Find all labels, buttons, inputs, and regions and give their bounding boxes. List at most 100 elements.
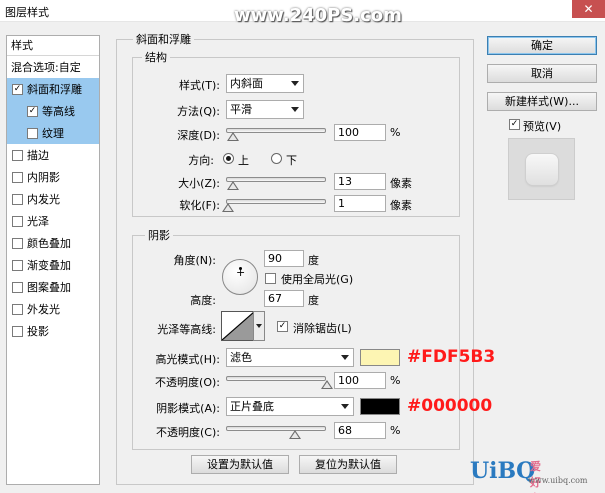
style-item-checkbox[interactable]	[12, 237, 23, 249]
gloss-contour-picker[interactable]	[221, 311, 255, 341]
style-item-9[interactable]: 图案叠加	[7, 276, 99, 298]
soften-input[interactable]: 1	[334, 195, 386, 212]
altitude-label: 高度:	[190, 294, 216, 307]
depth-slider[interactable]	[226, 128, 326, 141]
style-item-label: 斜面和浮雕	[27, 83, 82, 96]
style-item-10[interactable]: 外发光	[7, 298, 99, 320]
style-item-checkbox[interactable]	[12, 281, 23, 293]
reset-default-button[interactable]: 复位为默认值	[299, 455, 397, 474]
preview-checkbox[interactable]: ✓	[509, 119, 520, 130]
style-list-header: 样式	[7, 36, 99, 56]
site-logo-url: www.uibq.com	[528, 476, 588, 485]
technique-select-value: 平滑	[230, 103, 252, 116]
style-item-4[interactable]: 内阴影	[7, 166, 99, 188]
ok-button[interactable]: 确定	[487, 36, 597, 55]
preview-label: 预览(V)	[523, 120, 562, 133]
direction-down-radio[interactable]	[271, 153, 282, 164]
close-icon[interactable]: ✕	[572, 0, 605, 18]
style-item-0[interactable]: ✓ 斜面和浮雕	[7, 78, 99, 100]
shadow-mode-value: 正片叠底	[230, 400, 274, 413]
chevron-down-icon	[291, 107, 299, 112]
shadow-mode-label: 阴影模式(A):	[156, 402, 220, 415]
contour-preview-icon	[222, 312, 254, 340]
soften-slider[interactable]	[222, 199, 326, 212]
style-list: 样式 混合选项:自定 ✓ 斜面和浮雕 ✓ 等高线 纹理描边内阴影 内发光 光泽 颜色叠加 渐变叠…	[6, 35, 100, 485]
shadow-opacity-slider-thumb[interactable]	[289, 430, 301, 439]
size-slider-thumb[interactable]	[227, 181, 239, 190]
size-unit: 像素	[390, 177, 412, 190]
chevron-down-icon	[341, 355, 349, 360]
chevron-down-icon	[291, 81, 299, 86]
window-title: 图层样式	[5, 6, 49, 19]
highlight-mode-label: 高光模式(H):	[155, 353, 220, 366]
style-item-2[interactable]: 纹理	[7, 122, 99, 144]
site-logo-main: UiBQ	[470, 458, 536, 484]
make-default-button[interactable]: 设置为默认值	[191, 455, 289, 474]
style-item-checkbox[interactable]	[12, 193, 23, 205]
style-item-checkbox[interactable]: ✓	[12, 83, 23, 95]
size-label: 大小(Z):	[178, 177, 220, 190]
highlight-opacity-label: 不透明度(O):	[155, 376, 220, 389]
anti-alias-checkbox[interactable]: ✓	[277, 321, 288, 332]
style-item-label: 描边	[27, 149, 49, 162]
highlight-opacity-slider-thumb[interactable]	[321, 380, 333, 389]
shadow-color-annotation: #000000	[407, 396, 493, 416]
style-item-1[interactable]: ✓ 等高线	[7, 100, 99, 122]
anti-alias-label: 消除锯齿(L)	[293, 322, 352, 335]
shadow-opacity-input[interactable]: 68	[334, 422, 386, 439]
style-item-checkbox[interactable]	[12, 215, 23, 227]
direction-up-radio[interactable]	[223, 153, 234, 164]
global-light-label: 使用全局光(G)	[281, 273, 354, 286]
size-input[interactable]: 13	[334, 173, 386, 190]
style-item-checkbox[interactable]	[12, 259, 23, 271]
angle-input[interactable]: 90	[264, 250, 304, 267]
watermark: www.240PS.com	[234, 5, 402, 26]
style-item-7[interactable]: 颜色叠加	[7, 232, 99, 254]
site-logo: UiBQ 爱好者 www.uibq.com	[470, 458, 588, 493]
highlight-color-annotation: #FDF5B3	[407, 347, 496, 367]
highlight-mode-select[interactable]: 滤色	[226, 348, 354, 367]
depth-slider-thumb[interactable]	[227, 132, 239, 141]
angle-dial[interactable]	[222, 259, 258, 295]
altitude-input[interactable]: 67	[264, 290, 304, 307]
style-select[interactable]: 内斜面	[226, 74, 304, 93]
style-item-checkbox[interactable]: ✓	[27, 105, 38, 117]
style-preview-thumbnail	[508, 138, 575, 200]
highlight-opacity-unit: %	[390, 374, 401, 387]
blend-options-item[interactable]: 混合选项:自定	[7, 56, 99, 78]
highlight-opacity-slider[interactable]	[226, 376, 333, 389]
shadow-opacity-slider[interactable]	[226, 426, 326, 439]
soften-label: 软化(F):	[179, 199, 220, 212]
style-item-checkbox[interactable]	[12, 303, 23, 315]
style-item-11[interactable]: 投影	[7, 320, 99, 342]
global-light-checkbox[interactable]	[265, 273, 276, 284]
soften-slider-thumb[interactable]	[222, 203, 234, 212]
style-item-8[interactable]: 渐变叠加	[7, 254, 99, 276]
direction-down-label: 下	[286, 154, 297, 167]
shadow-mode-select[interactable]: 正片叠底	[226, 397, 354, 416]
style-item-3[interactable]: 描边	[7, 144, 99, 166]
cancel-button[interactable]: 取消	[487, 64, 597, 83]
gloss-contour-label: 光泽等高线:	[157, 323, 216, 336]
direction-up-label: 上	[238, 154, 249, 167]
new-style-button[interactable]: 新建样式(W)...	[487, 92, 597, 111]
style-item-checkbox[interactable]	[12, 325, 23, 337]
style-preview-shape	[526, 154, 558, 185]
size-slider[interactable]	[226, 177, 326, 190]
chevron-down-icon	[341, 404, 349, 409]
shadow-opacity-label: 不透明度(C):	[156, 426, 220, 439]
style-item-label: 外发光	[27, 303, 60, 316]
style-item-6[interactable]: 光泽	[7, 210, 99, 232]
altitude-unit: 度	[308, 294, 319, 307]
gloss-contour-dropdown[interactable]	[253, 311, 265, 341]
style-item-5[interactable]: 内发光	[7, 188, 99, 210]
depth-input[interactable]: 100	[334, 124, 386, 141]
technique-select[interactable]: 平滑	[226, 100, 304, 119]
highlight-opacity-input[interactable]: 100	[334, 372, 386, 389]
highlight-color-swatch[interactable]	[360, 349, 400, 366]
shadow-color-swatch[interactable]	[360, 398, 400, 415]
style-item-checkbox[interactable]	[27, 127, 38, 139]
style-item-checkbox[interactable]	[12, 171, 23, 183]
style-item-checkbox[interactable]	[12, 149, 23, 161]
bevel-emboss-legend: 斜面和浮雕	[133, 31, 194, 47]
